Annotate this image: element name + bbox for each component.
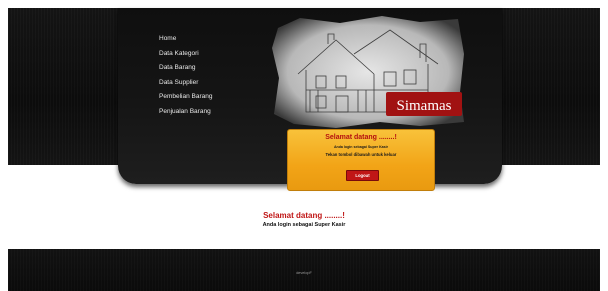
welcome-box-title: Selamat datang ........! [325, 134, 397, 141]
welcome-box-note: Tekan tombol dibawah untuk keluar [325, 152, 397, 157]
logout-button[interactable]: Logout [346, 170, 379, 181]
welcome-box-subtitle: Anda login sebagai Super Kasir [333, 145, 389, 149]
welcome-box: Selamat datang ........! Anda login seba… [287, 129, 435, 191]
nav-item-pembelian-barang[interactable]: Pembelian Barang [159, 92, 212, 107]
main-welcome-subtitle: Anda login sebagai Super Kasir [262, 222, 346, 228]
nav-item-penjualan-barang[interactable]: Penjualan Barang [159, 107, 212, 122]
footer: developF [8, 249, 600, 291]
nav-item-home[interactable]: Home [159, 34, 212, 49]
footer-text: developF [296, 271, 312, 275]
logo-text: Simamas [397, 98, 452, 114]
nav-item-data-kategori[interactable]: Data Kategori [159, 49, 212, 64]
house-sketch-icon: Simamas [272, 16, 464, 128]
nav-item-data-supplier[interactable]: Data Supplier [159, 78, 212, 93]
main-welcome-title: Selamat datang ........! [263, 211, 345, 220]
nav-item-data-barang[interactable]: Data Barang [159, 63, 212, 78]
main-nav: Home Data Kategori Data Barang Data Supp… [159, 34, 212, 122]
